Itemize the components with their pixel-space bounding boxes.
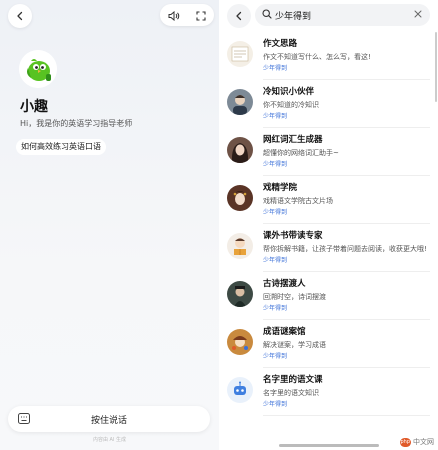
speaker-icon — [168, 10, 180, 21]
suggested-question[interactable]: 如何高效练习英语口语 — [16, 139, 106, 155]
character-thumbnail-icon — [227, 89, 253, 115]
agent-source-tag: 少年得到 — [263, 65, 288, 72]
agent-description: 名字里的语文知识 — [263, 389, 319, 397]
agent-name: 成语谜案馆 — [263, 327, 306, 337]
agent-avatar — [227, 137, 253, 163]
agent-source-tag: 少年得到 — [263, 401, 288, 408]
girl-thumbnail-icon — [227, 137, 253, 163]
agent-description: 作文不知道写什么、怎么写，看这! — [263, 53, 371, 61]
reading-kid-thumbnail-icon — [227, 233, 253, 259]
robot-thumbnail-icon — [227, 377, 253, 403]
watermark-text: 中文网 — [413, 438, 434, 446]
php-logo: php — [399, 437, 411, 447]
list-item[interactable]: 成语谜案馆 解决谜案，学习成语 少年得到 — [219, 320, 438, 368]
agent-source-tag: 少年得到 — [263, 113, 288, 120]
agent-name: 戏精学院 — [263, 183, 298, 193]
list-item[interactable]: 课外书带读专家 帮你拆解书籍，让孩子带着问题去阅读，收获更大哦! 少年得到 — [219, 224, 438, 272]
watermark: php 中文网 — [399, 437, 434, 447]
scrollbar[interactable] — [435, 32, 437, 102]
agent-avatar — [227, 233, 253, 259]
agent-description: 解决谜案，学习成语 — [263, 341, 326, 349]
speaker-button[interactable] — [168, 6, 180, 25]
agent-source-tag: 少年得到 — [263, 257, 288, 264]
bot-description: Hi，我是你的英语学习指导老师 — [20, 119, 133, 128]
agent-name: 名字里的语文课 — [263, 375, 323, 385]
agent-name: 冷知识小伙伴 — [263, 87, 315, 97]
agent-source-tag: 少年得到 — [263, 161, 288, 168]
back-icon — [17, 11, 23, 21]
chat-panel: 小趣 Hi，我是你的英语学习指导老师 如何高效练习英语口语 按住说话 内容由 A… — [0, 0, 219, 450]
agent-avatar — [227, 89, 253, 115]
agent-description: 超懂你的网络词汇助手~ — [263, 149, 339, 157]
back-button[interactable] — [8, 4, 32, 28]
back-button[interactable] — [227, 4, 251, 28]
agent-description: 回溯时空，诗词摆渡 — [263, 293, 326, 301]
agent-avatar — [227, 185, 253, 211]
clear-icon[interactable] — [414, 10, 422, 18]
fullscreen-button[interactable] — [196, 6, 206, 25]
agent-name: 课外书带读专家 — [263, 231, 323, 241]
search-icon — [262, 9, 272, 19]
list-item[interactable]: 作文思路 作文不知道写什么、怎么写，看这! 少年得到 — [219, 32, 438, 80]
search-input[interactable]: 少年得到 — [275, 9, 311, 22]
top-controls — [160, 4, 214, 26]
list-item[interactable]: 戏精学院 戏精语文学院古文片场 少年得到 — [219, 176, 438, 224]
hold-to-talk-button[interactable]: 按住说话 — [8, 406, 210, 432]
agent-source-tag: 少年得到 — [263, 209, 288, 216]
agent-avatar — [227, 377, 253, 403]
agent-avatar — [227, 329, 253, 355]
fullscreen-icon — [196, 10, 206, 21]
result-list: 作文思路 作文不知道写什么、怎么写，看这! 少年得到 冷知识小伙伴 你不知道的冷… — [219, 32, 438, 416]
search-bar[interactable]: 少年得到 — [255, 4, 430, 26]
agent-name: 网红词汇生成器 — [263, 135, 323, 145]
agent-description: 帮你拆解书籍，让孩子带着问题去阅读，收获更大哦! — [263, 245, 427, 253]
agent-source-tag: 少年得到 — [263, 305, 288, 312]
agent-source-tag: 少年得到 — [263, 353, 288, 360]
agent-description: 戏精语文学院古文片场 — [263, 197, 333, 205]
detective-thumbnail-icon — [227, 329, 253, 355]
list-item[interactable]: 名字里的语文课 名字里的语文知识 少年得到 — [219, 368, 438, 416]
search-panel: 少年得到 作文思路 作文不知道写什么、怎么写，看这! 少年得到 冷知识小伙伴 你… — [219, 0, 438, 450]
list-item[interactable]: 古诗摆渡人 回溯时空，诗词摆渡 少年得到 — [219, 272, 438, 320]
agent-name: 作文思路 — [263, 39, 298, 49]
list-item[interactable]: 网红词汇生成器 超懂你的网络词汇助手~ 少年得到 — [219, 128, 438, 176]
notebook-thumbnail-icon — [227, 41, 253, 67]
agent-avatar — [227, 281, 253, 307]
agent-name: 古诗摆渡人 — [263, 279, 306, 289]
home-indicator — [279, 444, 379, 447]
poet-thumbnail-icon — [227, 281, 253, 307]
parrot-mascot-icon — [19, 50, 57, 88]
avatar — [19, 50, 57, 88]
opera-thumbnail-icon — [227, 185, 253, 211]
list-item[interactable]: 冷知识小伙伴 你不知道的冷知识 少年得到 — [219, 80, 438, 128]
back-icon — [236, 11, 242, 21]
agent-description: 你不知道的冷知识 — [263, 101, 319, 109]
ai-generated-note: 内容由 AI 生成 — [92, 437, 127, 443]
bot-name: 小趣 — [20, 99, 48, 115]
agent-avatar — [227, 41, 253, 67]
hold-to-talk-label: 按住说话 — [90, 416, 127, 426]
